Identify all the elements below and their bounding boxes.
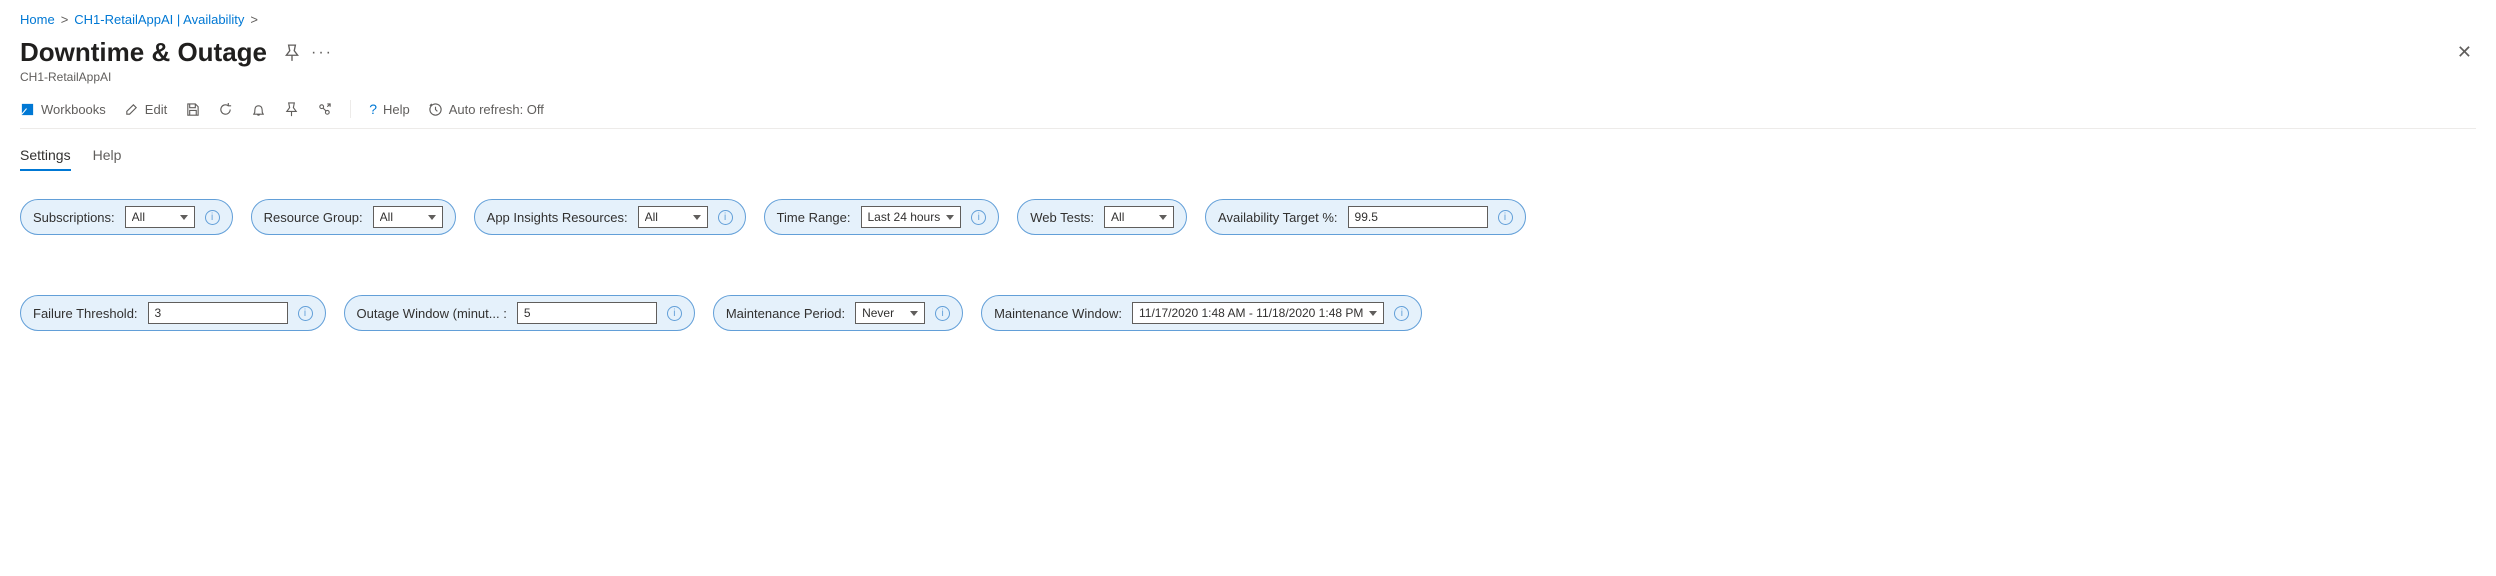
tab-settings[interactable]: Settings	[20, 147, 71, 171]
filter-app-insights: App Insights Resources: All i	[474, 199, 746, 235]
close-button[interactable]: ✕	[2453, 38, 2476, 67]
input-value: 5	[524, 306, 650, 320]
filter-web-tests: Web Tests: All	[1017, 199, 1187, 235]
help-label: Help	[383, 102, 410, 117]
edit-button[interactable]: Edit	[124, 102, 167, 117]
title-bar: Downtime & Outage ··· ✕	[20, 37, 2476, 68]
info-icon[interactable]: i	[971, 210, 986, 225]
filter-maintenance-period: Maintenance Period: Never i	[713, 295, 963, 331]
info-icon[interactable]: i	[298, 306, 313, 321]
web-tests-dropdown[interactable]: All	[1104, 206, 1174, 228]
info-icon[interactable]: i	[667, 306, 682, 321]
help-button[interactable]: ? Help	[369, 101, 410, 117]
dropdown-value: All	[132, 210, 174, 224]
dropdown-value: All	[645, 210, 687, 224]
info-icon[interactable]: i	[718, 210, 733, 225]
dropdown-value: Last 24 hours	[868, 210, 941, 224]
filter-label: Failure Threshold:	[33, 306, 138, 321]
notify-icon[interactable]	[251, 102, 266, 117]
filter-label: App Insights Resources:	[487, 210, 628, 225]
dropdown-value: All	[1111, 210, 1153, 224]
autorefresh-button[interactable]: Auto refresh: Off	[428, 102, 544, 117]
maintenance-window-dropdown[interactable]: 11/17/2020 1:48 AM - 11/18/2020 1:48 PM	[1132, 302, 1384, 324]
failure-threshold-input[interactable]: 3	[148, 302, 288, 324]
time-range-dropdown[interactable]: Last 24 hours	[861, 206, 962, 228]
filter-label: Maintenance Window:	[994, 306, 1122, 321]
chevron-down-icon	[1159, 215, 1167, 220]
breadcrumb-parent[interactable]: CH1-RetailAppAI | Availability	[74, 12, 244, 27]
availability-target-input[interactable]: 99.5	[1348, 206, 1488, 228]
help-icon: ?	[369, 101, 377, 117]
filter-label: Subscriptions:	[33, 210, 115, 225]
dropdown-value: All	[380, 210, 422, 224]
filter-subscriptions: Subscriptions: All i	[20, 199, 233, 235]
refresh-icon[interactable]	[218, 102, 233, 117]
info-icon[interactable]: i	[935, 306, 950, 321]
edit-label: Edit	[145, 102, 167, 117]
toolbar: Workbooks Edit ? Help Auto refresh: Off	[20, 100, 2476, 129]
input-value: 3	[155, 306, 281, 320]
filter-label: Availability Target %:	[1218, 210, 1337, 225]
filter-availability-target: Availability Target %: 99.5 i	[1205, 199, 1525, 235]
toolbar-separator	[350, 100, 351, 118]
filter-label: Web Tests:	[1030, 210, 1094, 225]
info-icon[interactable]: i	[1498, 210, 1513, 225]
info-icon[interactable]: i	[205, 210, 220, 225]
filters-row-2: Failure Threshold: 3 i Outage Window (mi…	[20, 295, 2476, 331]
page-title: Downtime & Outage	[20, 37, 267, 68]
dropdown-value: 11/17/2020 1:48 AM - 11/18/2020 1:48 PM	[1139, 306, 1363, 320]
workbooks-button[interactable]: Workbooks	[20, 102, 106, 117]
dropdown-value: Never	[862, 306, 904, 320]
chevron-down-icon	[428, 215, 436, 220]
filter-maintenance-window: Maintenance Window: 11/17/2020 1:48 AM -…	[981, 295, 1422, 331]
app-insights-dropdown[interactable]: All	[638, 206, 708, 228]
chevron-down-icon	[910, 311, 918, 316]
autorefresh-label: Auto refresh: Off	[449, 102, 544, 117]
resource-group-dropdown[interactable]: All	[373, 206, 443, 228]
input-value: 99.5	[1355, 210, 1481, 224]
pin-toolbar-icon[interactable]	[284, 102, 299, 117]
breadcrumb-sep: >	[61, 12, 69, 27]
share-icon[interactable]	[317, 102, 332, 117]
info-icon[interactable]: i	[1394, 306, 1409, 321]
outage-window-input[interactable]: 5	[517, 302, 657, 324]
maintenance-period-dropdown[interactable]: Never	[855, 302, 925, 324]
filter-label: Resource Group:	[264, 210, 363, 225]
tabs: Settings Help	[20, 147, 2476, 171]
page-subtitle: CH1-RetailAppAI	[20, 70, 2476, 84]
filter-resource-group: Resource Group: All	[251, 199, 456, 235]
chevron-down-icon	[1369, 311, 1377, 316]
chevron-down-icon	[946, 215, 954, 220]
filter-label: Maintenance Period:	[726, 306, 845, 321]
pin-icon[interactable]	[283, 44, 301, 62]
save-icon[interactable]	[185, 102, 200, 117]
more-icon[interactable]: ···	[311, 44, 329, 62]
filters-row-1: Subscriptions: All i Resource Group: All…	[20, 199, 2476, 235]
filter-failure-threshold: Failure Threshold: 3 i	[20, 295, 326, 331]
filter-time-range: Time Range: Last 24 hours i	[764, 199, 1000, 235]
chevron-down-icon	[693, 215, 701, 220]
breadcrumb: Home > CH1-RetailAppAI | Availability >	[20, 12, 2476, 27]
tab-help[interactable]: Help	[93, 147, 122, 171]
filter-outage-window: Outage Window (minut... : 5 i	[344, 295, 695, 331]
filter-label: Outage Window (minut... :	[357, 306, 507, 321]
chevron-down-icon	[180, 215, 188, 220]
filter-label: Time Range:	[777, 210, 851, 225]
breadcrumb-home[interactable]: Home	[20, 12, 55, 27]
subscriptions-dropdown[interactable]: All	[125, 206, 195, 228]
workbooks-label: Workbooks	[41, 102, 106, 117]
breadcrumb-sep: >	[250, 12, 258, 27]
